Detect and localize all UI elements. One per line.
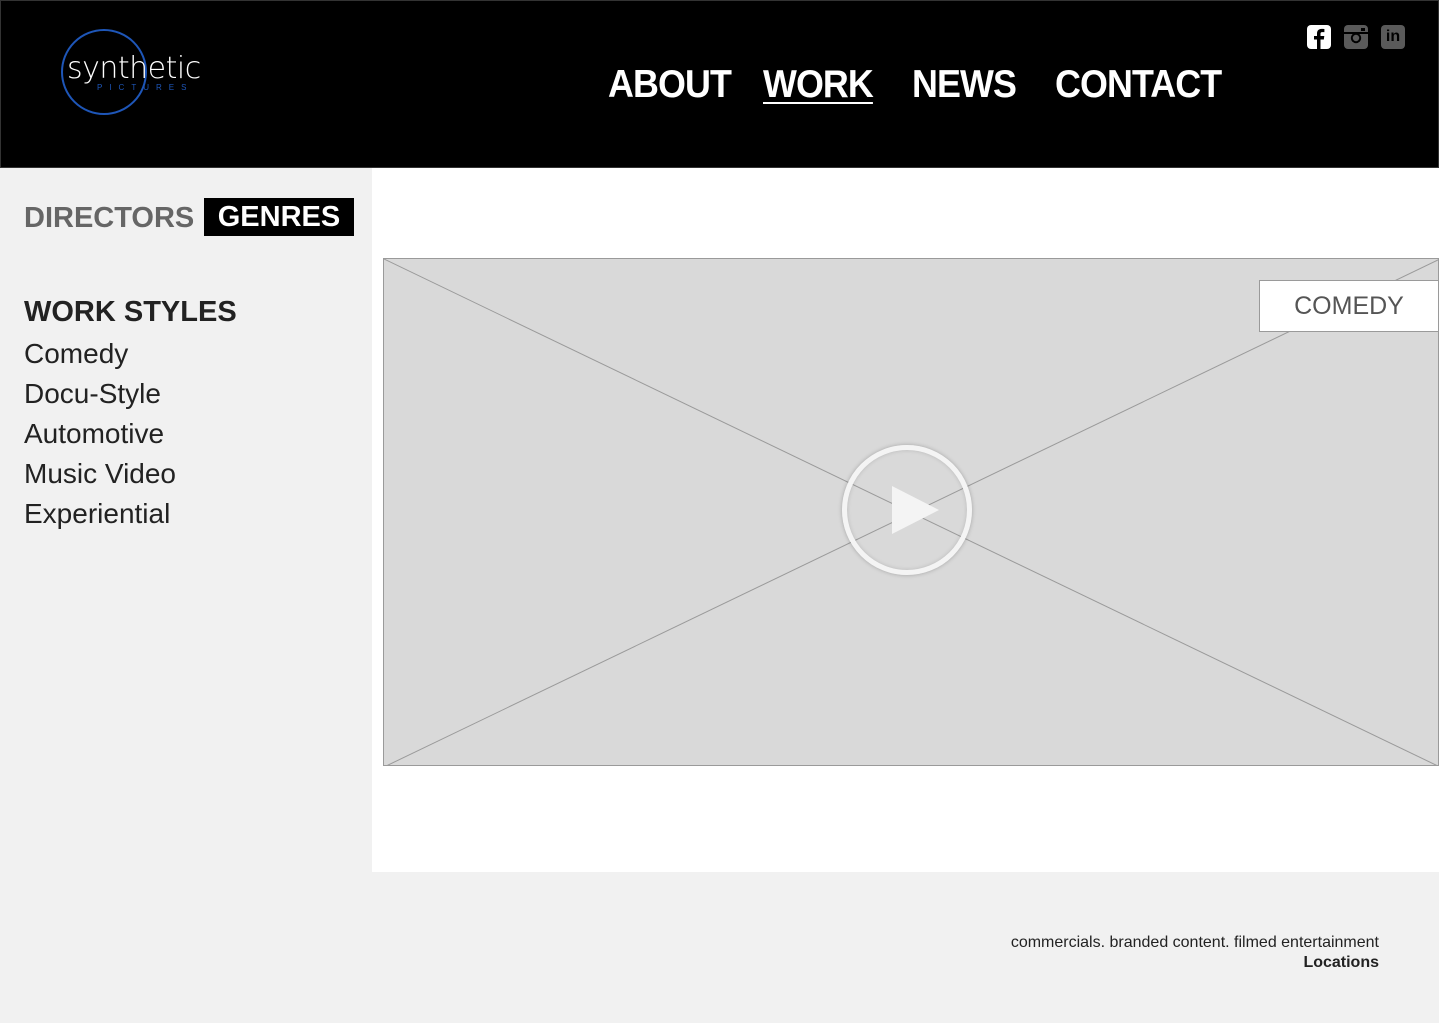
genre-tag-label: COMEDY xyxy=(1259,280,1438,332)
tab-directors[interactable]: DIRECTORS xyxy=(24,202,194,235)
video-player[interactable]: COMEDY xyxy=(383,258,1439,766)
nav-contact[interactable]: CONTACT xyxy=(1055,63,1222,107)
genre-item-docu-style[interactable]: Docu-Style xyxy=(24,376,176,416)
instagram-icon[interactable] xyxy=(1344,25,1368,49)
nav-work[interactable]: WORK xyxy=(763,63,874,107)
play-button[interactable] xyxy=(842,445,972,575)
site-header: synthetic PICTURES ABOUT WORK NEWS CONTA… xyxy=(0,0,1439,168)
site-footer: commercials. branded content. filmed ent… xyxy=(0,872,1439,1023)
play-icon xyxy=(892,486,939,534)
genre-item-automotive[interactable]: Automotive xyxy=(24,416,176,456)
genre-item-experiential[interactable]: Experiential xyxy=(24,496,176,536)
linkedin-icon[interactable]: in xyxy=(1381,25,1405,49)
footer-locations-link[interactable]: Locations xyxy=(1303,954,1379,972)
sidebar: DIRECTORS GENRES WORK STYLES Comedy Docu… xyxy=(0,168,372,872)
nav-about[interactable]: ABOUT xyxy=(608,63,732,107)
nav-news[interactable]: NEWS xyxy=(912,63,1017,107)
genre-item-music-video[interactable]: Music Video xyxy=(24,456,176,496)
main-content: COMEDY xyxy=(372,168,1439,872)
footer-tagline: commercials. branded content. filmed ent… xyxy=(1010,934,1379,951)
genre-item-comedy[interactable]: Comedy xyxy=(24,336,176,376)
genre-list: Comedy Docu-Style Automotive Music Video… xyxy=(24,336,176,536)
section-heading-work-styles: WORK STYLES xyxy=(24,296,237,328)
tab-genres[interactable]: GENRES xyxy=(204,198,354,236)
main-nav: ABOUT WORK NEWS CONTACT xyxy=(1,63,1438,113)
facebook-icon[interactable] xyxy=(1307,25,1331,49)
